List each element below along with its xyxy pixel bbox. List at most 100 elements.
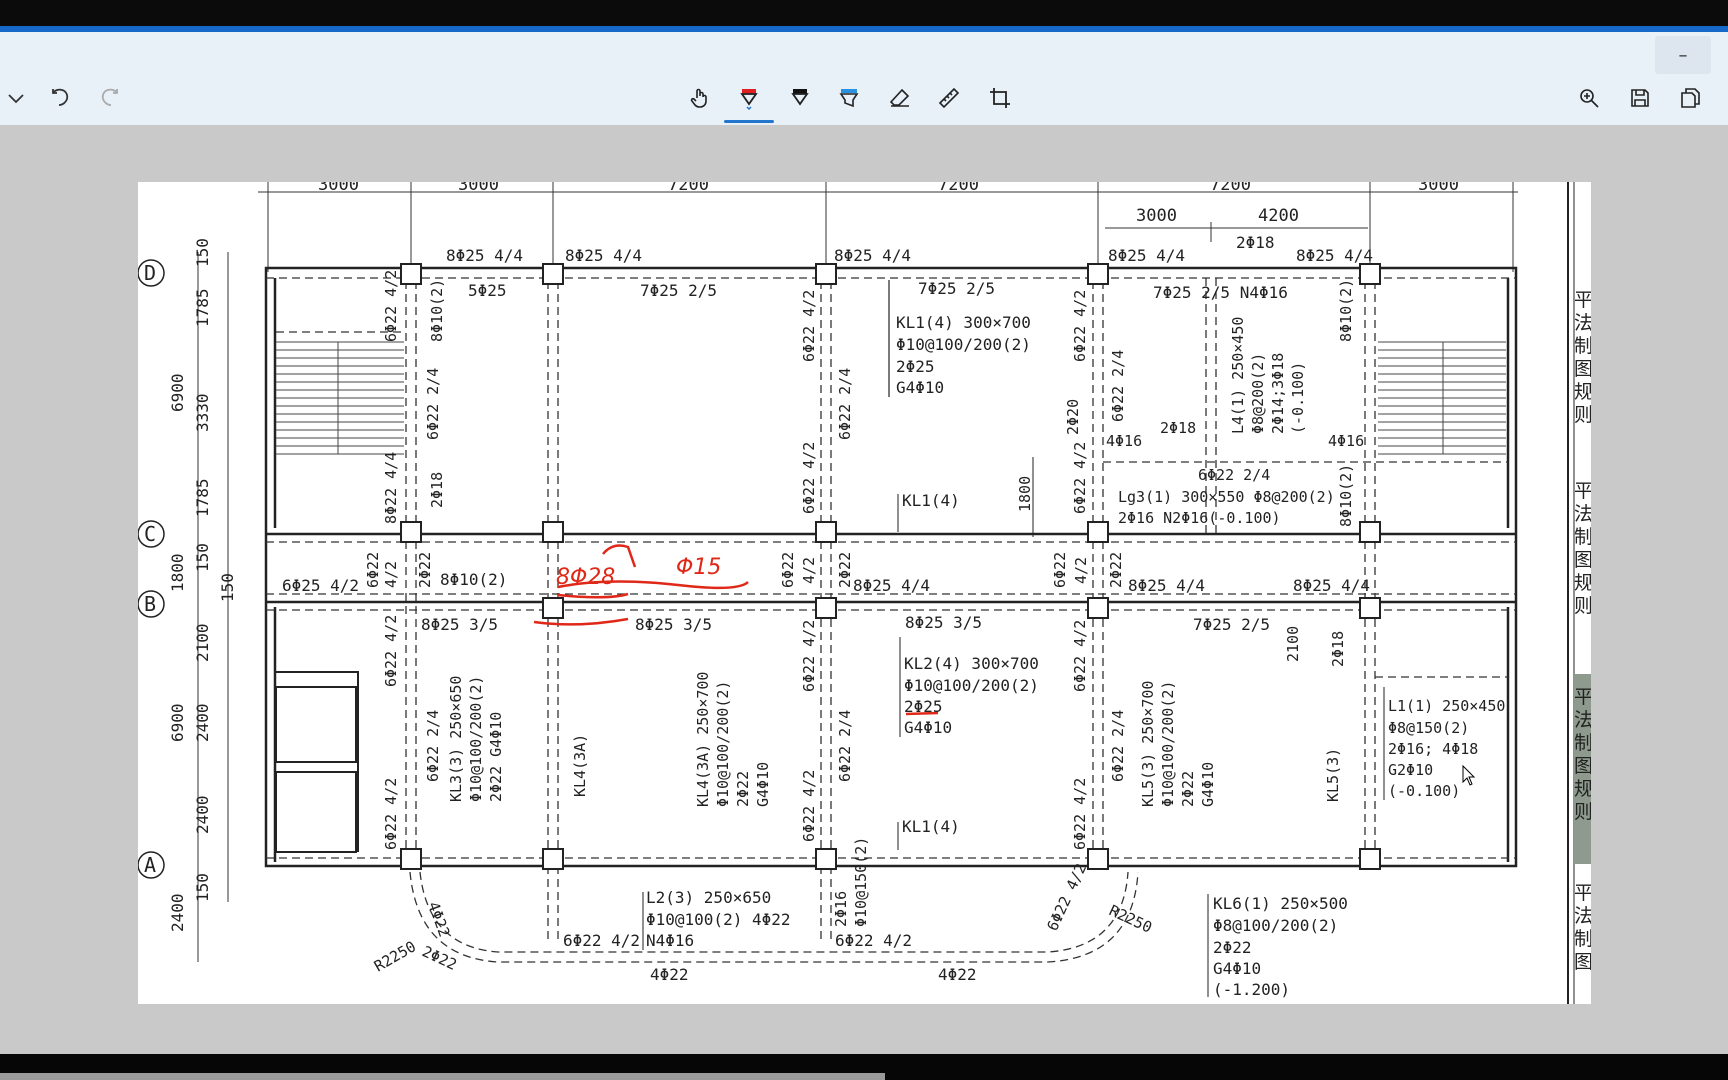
ruler-tool[interactable] [929,78,969,118]
bottom-label-3: 4Φ22 [650,965,689,984]
label-b-8: 2Φ22 [416,552,434,588]
pencil-tool[interactable] [780,78,820,118]
kl1-spec-c: 2Φ25 [896,357,935,376]
label-d-top-3: 8Φ25 4/4 [834,246,911,265]
kl4b-spec-b: Φ10@100/200(2) [714,681,732,807]
kl6-spec-a: KL6(1) 250×500 [1213,894,1348,913]
label-b-4: 8Φ25 4/4 [1128,576,1205,595]
kl1-mark-2: KL1(4) [902,817,960,836]
label-d-mid-2: 7Φ25 2/5 [640,281,717,300]
v-label-8: 6Φ22 4/2 [800,442,818,514]
side-text-21: 制 [1574,928,1591,950]
kl5-spec-b: Φ10@100/200(2) [1159,681,1177,807]
v-label-11: 2Φ20 [1064,399,1082,435]
v-label-b6: 6Φ22 4/2 [800,770,818,842]
v-label-b3: 6Φ22 4/2 [382,778,400,850]
copy-button[interactable] [1670,78,1710,118]
zoom-in-button[interactable] [1569,78,1609,118]
progress-track [0,1073,885,1080]
highlighter-icon [839,89,859,108]
save-button[interactable] [1620,78,1660,118]
l1-spec-c: 2Φ16; 4Φ18 [1388,740,1478,758]
label-d-mid-3: 7Φ25 2/5 [918,279,995,298]
ruler-icon [938,87,960,109]
v-label-1: 6Φ22 4/2 [382,270,400,342]
label-b-bot-2: 8Φ25 3/5 [635,615,712,634]
kl2-spec-c: 2Φ25 [904,697,943,716]
side-text-8: 法 [1574,503,1591,525]
pen-tool[interactable] [729,78,769,118]
label-d-mid-4: 7Φ25 2/5 N4Φ16 [1153,283,1288,302]
bottom-label-4: 4Φ22 [938,965,977,984]
v-label-4: 8Φ22 4/4 [382,452,400,524]
kl1-spec-b: Φ10@100/200(2) [896,335,1031,354]
redo-button[interactable] [90,78,130,118]
crop-tool[interactable] [980,78,1020,118]
side-text-17: 规 [1574,778,1591,800]
label-b-6: 6Φ22 [364,552,382,588]
minimize-button[interactable]: – [1655,36,1711,74]
kl6-spec-c: 2Φ22 [1213,938,1252,957]
v-label-b8: 6Φ22 2/4 [1109,710,1127,782]
kl5-spec-a: KL5(3) 250×700 [1139,681,1157,807]
touch-write-tool[interactable] [680,78,720,118]
label-4phi16-r: 4Φ16 [1328,432,1364,450]
l2-spec-b: Φ10@100(2) 4Φ22 [646,910,791,929]
left-dim-outer-2: 1800 [168,553,187,592]
label-b-bot-4: 7Φ25 2/5 [1193,615,1270,634]
kl4b-spec-c: 2Φ22 [734,771,752,807]
label-b-bot-3: 8Φ25 3/5 [905,613,982,632]
label-2phi18-top: 2Φ18 [1236,233,1275,252]
l2-spec-a: L2(3) 250×650 [646,888,771,907]
l1-spec-e: (-0.100) [1388,782,1460,800]
touch-hand-icon [690,88,707,108]
minimize-icon: – [1678,44,1688,66]
top-dim-5: 7200 [1210,182,1251,195]
side-text-5: 规 [1574,381,1591,403]
side-text-16: 图 [1574,755,1591,777]
v-label-15: 6Φ22 4/2 [1071,442,1089,514]
ink-annotation-1: 8Φ28 [556,565,615,590]
bottom-label-6: Φ10@150(2) [852,837,870,927]
kl5-spec-c: 2Φ22 [1179,771,1197,807]
v-label-b5: 6Φ22 2/4 [836,710,854,782]
side-text-19: 平 [1574,882,1591,904]
kl2-spec-a: KL2(4) 300×700 [904,654,1039,673]
drawing-canvas[interactable]: 3000 3000 7200 7200 7200 3000 3000 4200 … [138,182,1591,1004]
dim-2100: 2100 [1284,626,1302,662]
ink-annotation-2: Φ15 [676,555,721,580]
radius-label-right: R2250 [1106,901,1155,936]
radius-label-left: R2250 [371,937,419,975]
top-dim-2: 3000 [458,182,499,195]
eraser-tool[interactable] [880,78,920,118]
label-d-top-5: 8Φ25 4/4 [1296,246,1373,265]
side-text-1: 平 [1574,289,1591,311]
axis-label-b: B [144,592,156,616]
left-dim-inner-5: 150 [193,543,212,572]
highlighter-tool[interactable] [829,78,869,118]
side-text-10: 图 [1574,549,1591,571]
v-label-b4: 6Φ22 4/2 [800,620,818,692]
label-d-top-4: 8Φ25 4/4 [1108,246,1185,265]
expand-menu-button[interactable] [0,78,36,118]
axis-label-d: D [144,261,156,285]
side-text-15: 制 [1574,732,1591,754]
kl6-spec-b: Φ8@100/200(2) [1213,916,1338,935]
label-b-2: 8Φ10(2) [440,570,507,589]
label-b-5: 8Φ25 4/4 [1293,576,1370,595]
top-dim-6: 3000 [1418,182,1459,195]
v-label-7: 6Φ22 2/4 [836,368,854,440]
undo-button[interactable] [40,78,80,118]
kl5-spec-d: G4Φ10 [1199,762,1217,807]
v-label-b1: 6Φ22 4/2 [382,615,400,687]
left-dim-inner-10: 150 [193,873,212,902]
v-label-3: 6Φ22 2/4 [424,368,442,440]
lg3-spec-a: Lg3(1) 300×550 Φ8@200(2) [1118,488,1335,506]
v-label-b7: 6Φ22 4/2 [1071,620,1089,692]
left-dim-inner-2: 1785 [193,288,212,327]
sub-dim-1: 3000 [1136,206,1177,226]
label-b-7: 4/2 [382,561,400,588]
label-d-top-2: 8Φ25 4/4 [565,246,642,265]
side-text-12: 则 [1574,595,1591,617]
label-b-13: 4/2 [1072,557,1090,584]
